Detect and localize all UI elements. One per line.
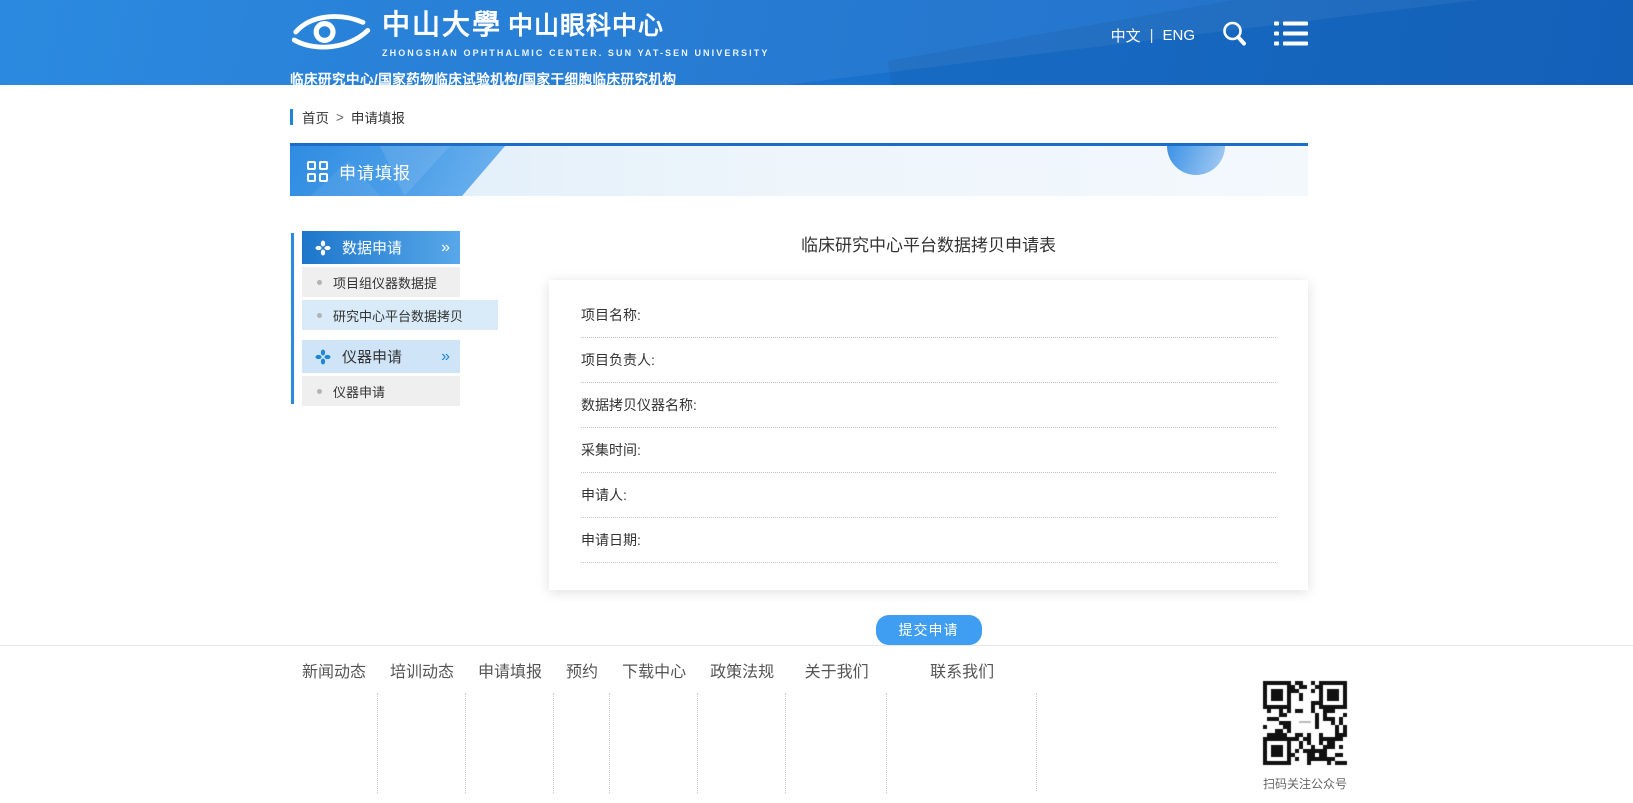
breadcrumb-separator: > [336, 110, 344, 125]
banner-halfcircle-decoration [1167, 146, 1225, 175]
lang-en-link[interactable]: ENG [1162, 27, 1195, 44]
footer-column: 预约 [554, 658, 610, 793]
sidebar-sublist: 仪器申请 [302, 376, 460, 406]
search-button[interactable] [1221, 20, 1248, 50]
site-header: 中山大學中山眼科中心 ZHONGSHAN OPHTHALMIC CENTER. … [0, 0, 1633, 85]
footer-column: 新闻动态 [290, 658, 378, 793]
breadcrumb-current: 申请填报 [351, 107, 405, 127]
footer-column-title: 预约 [554, 658, 610, 682]
footer-links [610, 693, 698, 793]
field-label: 数据拷贝仪器名称: [581, 396, 1276, 414]
brand-title: 中山大學中山眼科中心 [382, 11, 769, 45]
double-chevron-icon: » [441, 240, 450, 256]
footer-column: 政策法规 [698, 658, 786, 793]
section-banner-title: 申请填报 [339, 159, 411, 184]
sidebar-subitem[interactable]: 项目组仪器数据提 [302, 267, 460, 297]
footer-column-title: 新闻动态 [290, 658, 378, 682]
breadcrumb-accent-bar [290, 109, 293, 125]
field-input-line[interactable] [581, 369, 1276, 383]
sidebar-subitem[interactable]: 研究中心平台数据拷贝 [302, 300, 498, 330]
application-form-card: 项目名称: 项目负责人: 数据拷贝仪器名称: 采集时间: 申请人: 申请日期: [549, 280, 1308, 590]
field-label: 采集时间: [581, 441, 1276, 459]
eye-logo-icon [290, 8, 372, 61]
footer-links [290, 693, 378, 793]
sidebar-nav: 数据申请 » 项目组仪器数据提 研究中心平台数据拷贝 仪器申请 » 仪器申请 [290, 231, 460, 406]
sidebar-group-label: 数据申请 [342, 237, 402, 258]
footer-column-title: 申请填报 [466, 658, 554, 682]
qr-code [1262, 680, 1348, 766]
field-input-line[interactable] [581, 504, 1276, 518]
section-banner: 申请填报 [290, 143, 1308, 196]
form-field: 项目名称: [581, 306, 1276, 338]
sidebar-subitem-label: 仪器申请 [333, 382, 385, 401]
field-input-line[interactable] [581, 414, 1276, 428]
footer-column: 联系我们 [887, 658, 1037, 793]
search-icon [1221, 20, 1248, 50]
footer-links [378, 693, 466, 793]
footer-column: 关于我们 [786, 658, 887, 793]
footer-columns: 新闻动态 培训动态 申请填报 预约 下载中心 政策法规 关于我们 联系我们 [290, 658, 1037, 793]
footer-column: 培训动态 [378, 658, 466, 793]
footer-column: 下载中心 [610, 658, 698, 793]
field-label: 申请日期: [581, 531, 1276, 549]
form-field: 采集时间: [581, 441, 1276, 473]
footer-column-title: 联系我们 [887, 658, 1037, 682]
breadcrumb-home-link[interactable]: 首页 [302, 107, 329, 127]
sidebar-group-header[interactable]: 数据申请 » [302, 231, 460, 264]
bullet-dot-icon [317, 389, 322, 394]
university-name: 中山大學 [382, 10, 502, 41]
sidebar-group: 数据申请 » 项目组仪器数据提 研究中心平台数据拷贝 [302, 231, 460, 330]
sidebar-subitem[interactable]: 仪器申请 [302, 376, 460, 406]
four-petal-icon [315, 240, 331, 256]
field-label: 项目负责人: [581, 351, 1276, 369]
field-label: 申请人: [581, 486, 1276, 504]
footer-column: 申请填报 [466, 658, 554, 793]
grid-squares-icon [307, 161, 328, 182]
field-input-line[interactable] [581, 549, 1276, 563]
footer-links [698, 693, 786, 793]
brand-english-name: ZHONGSHAN OPHTHALMIC CENTER. SUN YAT-SEN… [382, 48, 769, 58]
footer-links [786, 693, 887, 793]
qr-section: 扫码关注公众号 [1262, 658, 1348, 792]
sidebar-sublist: 项目组仪器数据提 研究中心平台数据拷贝 [302, 267, 460, 330]
footer-links [466, 693, 554, 793]
lang-divider: | [1150, 27, 1154, 44]
footer-links [554, 693, 610, 793]
sidebar-subitem-label: 项目组仪器数据提 [333, 273, 437, 292]
center-name: 中山眼科中心 [508, 12, 664, 40]
field-input-line[interactable] [581, 459, 1276, 473]
bullet-dot-icon [317, 280, 322, 285]
sidebar-group-header[interactable]: 仪器申请 » [302, 340, 460, 373]
brand-tagline: 临床研究中心/国家药物临床试验机构/国家干细胞临床研究机构 [290, 68, 769, 85]
submit-button[interactable]: 提交申请 [876, 615, 982, 645]
form-field: 项目负责人: [581, 351, 1276, 383]
footer-links [887, 693, 1037, 791]
breadcrumb: 首页 > 申请填报 [290, 85, 1308, 127]
sidebar-group: 仪器申请 » 仪器申请 [302, 340, 460, 406]
form-fields: 项目名称: 项目负责人: 数据拷贝仪器名称: 采集时间: 申请人: 申请日期: [581, 306, 1276, 563]
form-field: 数据拷贝仪器名称: [581, 396, 1276, 428]
lang-zh-link[interactable]: 中文 [1111, 25, 1141, 46]
four-petal-icon [315, 349, 331, 365]
language-switch: 中文 | ENG [1111, 25, 1195, 46]
form-field: 申请日期: [581, 531, 1276, 563]
bullet-dot-icon [317, 313, 322, 318]
menu-button[interactable] [1274, 21, 1308, 49]
field-input-line[interactable] [581, 324, 1276, 338]
site-footer: 新闻动态 培训动态 申请填报 预约 下载中心 政策法规 关于我们 联系我们 扫码… [0, 645, 1633, 802]
sidebar-group-label: 仪器申请 [342, 346, 402, 367]
double-chevron-icon: » [441, 349, 450, 365]
qr-caption: 扫码关注公众号 [1262, 775, 1348, 792]
brand-home-link[interactable]: 中山大學中山眼科中心 ZHONGSHAN OPHTHALMIC CENTER. … [290, 8, 769, 85]
list-menu-icon [1274, 21, 1308, 49]
form-field: 申请人: [581, 486, 1276, 518]
form-title: 临床研究中心平台数据拷贝申请表 [549, 231, 1308, 256]
footer-column-title: 关于我们 [786, 658, 887, 682]
footer-column-title: 政策法规 [698, 658, 786, 682]
footer-column-title: 培训动态 [378, 658, 466, 682]
main-area: 首页 > 申请填报 申请填报 数据申请 » [0, 85, 1633, 645]
field-label: 项目名称: [581, 306, 1276, 324]
footer-column-title: 下载中心 [610, 658, 698, 682]
sidebar-subitem-label: 研究中心平台数据拷贝 [333, 306, 463, 325]
